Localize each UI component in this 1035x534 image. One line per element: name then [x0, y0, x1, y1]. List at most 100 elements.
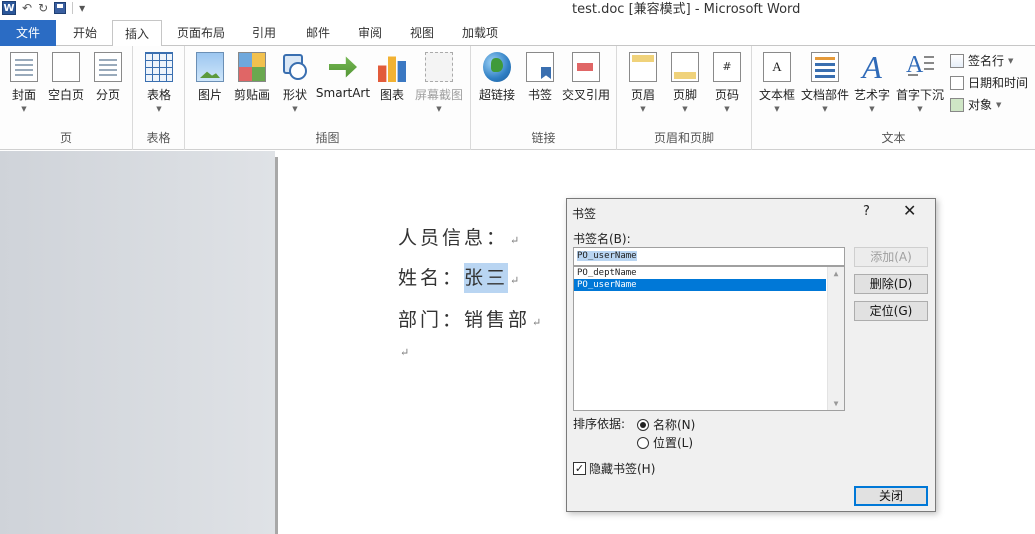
object-button[interactable]: 对象 ▼: [950, 96, 1001, 113]
tab-mailings[interactable]: 邮件: [294, 20, 342, 46]
footer-button[interactable]: 页脚 ▼: [667, 52, 703, 113]
tab-insert[interactable]: 插入: [112, 20, 162, 47]
shapes-icon: [281, 52, 309, 82]
chevron-down-icon: ▼: [996, 100, 1002, 109]
doc-line-name[interactable]: 姓名：张三 ↵: [398, 263, 519, 293]
hidden-bookmarks-checkbox[interactable]: ✓ 隐藏书签(H): [573, 460, 655, 477]
text-box-button[interactable]: A 文本框 ▼: [756, 52, 798, 113]
cover-page-label: 封面: [11, 88, 36, 102]
bookmark-name-input[interactable]: PO_userName: [573, 247, 845, 266]
tables-group: 表格 ▼ 表格: [133, 46, 185, 150]
hyperlink-button[interactable]: 超链接: [475, 52, 519, 103]
tables-group-label: 表格: [146, 131, 171, 145]
page-number-button[interactable]: # 页码 ▼: [709, 52, 745, 113]
doc-line-dept[interactable]: 部门：销售部 ↵: [398, 305, 541, 332]
blank-page-button[interactable]: 空白页: [46, 52, 86, 103]
paragraph-mark-icon: ↵: [510, 234, 520, 247]
cross-reference-button[interactable]: 交叉引用: [559, 52, 613, 103]
screenshot-label: 屏幕截图: [414, 88, 463, 102]
list-item-dept-name[interactable]: PO_deptName: [574, 267, 826, 279]
delete-button[interactable]: 删除(D): [854, 274, 928, 294]
chart-icon: [378, 56, 406, 82]
object-icon: [950, 97, 964, 112]
add-button[interactable]: 添加(A): [854, 247, 928, 267]
chevron-down-icon: ▼: [917, 105, 923, 113]
doc-line-empty[interactable]: ↵: [398, 339, 409, 361]
chevron-down-icon: ▼: [869, 105, 875, 113]
bookmark-name-value: PO_userName: [577, 251, 637, 261]
footer-label: 页脚: [672, 88, 697, 102]
save-icon[interactable]: [54, 2, 67, 14]
chart-label: 图表: [379, 88, 404, 102]
radio-unchecked-icon: [637, 436, 649, 449]
drop-cap-label: 首字下沉: [895, 88, 944, 102]
quick-parts-button[interactable]: 文档部件 ▼: [800, 52, 850, 113]
word-logo-icon[interactable]: W: [2, 1, 16, 15]
tab-file[interactable]: 文件: [0, 20, 56, 46]
help-icon[interactable]: ?: [863, 204, 870, 219]
quick-parts-label: 文档部件: [800, 88, 849, 102]
header-icon: [629, 52, 657, 82]
redo-icon[interactable]: ↻: [38, 1, 48, 15]
shapes-label: 形状: [282, 88, 307, 102]
signature-line-button[interactable]: 签名行 ▼: [950, 52, 1013, 69]
tab-review[interactable]: 审阅: [346, 20, 394, 46]
close-button[interactable]: 关闭: [854, 486, 928, 506]
tab-page-layout[interactable]: 页面布局: [168, 20, 234, 46]
links-group-label: 链接: [531, 131, 556, 145]
tab-home[interactable]: 开始: [60, 20, 110, 46]
screenshot-button[interactable]: 屏幕截图 ▼: [413, 52, 465, 113]
bookmarked-name-value[interactable]: 张三: [464, 263, 509, 293]
page-break-button[interactable]: 分页: [90, 52, 126, 103]
footer-icon: [671, 52, 699, 82]
picture-button[interactable]: 图片: [193, 52, 227, 103]
text-group: A 文本框 ▼ 文档部件 ▼ A 艺术字 ▼ A 首字下沉 ▼ 签名行 ▼ 日期…: [752, 46, 1035, 150]
header-footer-group-label: 页眉和页脚: [653, 131, 714, 145]
clip-art-button[interactable]: 剪贴画: [231, 52, 273, 103]
customize-qat-icon[interactable]: ▾: [79, 1, 85, 15]
radio-checked-icon: [637, 418, 649, 431]
sort-by-location-radio[interactable]: 位置(L): [637, 434, 693, 451]
doc-line-info[interactable]: 人员信息： ↵: [398, 223, 519, 250]
shapes-button[interactable]: 形状 ▼: [277, 52, 313, 113]
date-time-button[interactable]: 日期和时间: [950, 74, 1028, 91]
scroll-down-icon[interactable]: ▼: [828, 399, 844, 408]
text-box-label: 文本框: [758, 88, 795, 102]
clip-art-icon: [238, 52, 266, 82]
list-item-user-name[interactable]: PO_userName: [574, 279, 826, 291]
paragraph-mark-icon: ↵: [400, 346, 410, 359]
list-scrollbar[interactable]: ▲ ▼: [827, 267, 844, 410]
table-button[interactable]: 表格 ▼: [141, 52, 177, 113]
bookmark-button[interactable]: 书签: [523, 52, 557, 103]
cover-page-button[interactable]: 封面 ▼: [6, 52, 42, 113]
object-label: 对象: [968, 98, 993, 112]
close-icon[interactable]: ✕: [903, 201, 916, 220]
wordart-icon: A: [862, 49, 882, 85]
cross-reference-label: 交叉引用: [561, 88, 610, 102]
text-group-label: 文本: [881, 131, 906, 145]
tab-view[interactable]: 视图: [398, 20, 446, 46]
header-button[interactable]: 页眉 ▼: [625, 52, 661, 113]
chevron-down-icon: ▼: [724, 105, 730, 113]
chart-button[interactable]: 图表: [375, 52, 409, 103]
tab-references[interactable]: 引用: [240, 20, 288, 46]
document-margin: [0, 151, 275, 534]
sort-by-name-radio[interactable]: 名称(N): [637, 416, 695, 433]
chevron-down-icon: ▼: [156, 105, 162, 113]
picture-icon: [196, 52, 224, 82]
tab-add-ins[interactable]: 加载项: [450, 20, 510, 46]
text-box-icon: A: [763, 52, 791, 82]
picture-label: 图片: [197, 88, 222, 102]
smartart-button[interactable]: SmartArt: [315, 52, 371, 100]
chevron-down-icon: ▼: [292, 105, 298, 113]
undo-icon[interactable]: ↶: [22, 1, 32, 15]
wordart-button[interactable]: A 艺术字 ▼: [852, 49, 892, 113]
illustrations-group: 图片 剪贴画 形状 ▼ SmartArt 图表 屏幕截图 ▼ 插图: [185, 46, 471, 150]
goto-button[interactable]: 定位(G): [854, 301, 928, 321]
window-title: test.doc [兼容模式] - Microsoft Word: [572, 2, 801, 17]
signature-line-icon: [950, 53, 964, 68]
drop-cap-button[interactable]: A 首字下沉 ▼: [894, 52, 946, 113]
quick-parts-icon: [811, 52, 839, 82]
bookmark-list[interactable]: PO_deptName PO_userName ▲ ▼: [573, 266, 845, 411]
scroll-up-icon[interactable]: ▲: [828, 269, 844, 278]
